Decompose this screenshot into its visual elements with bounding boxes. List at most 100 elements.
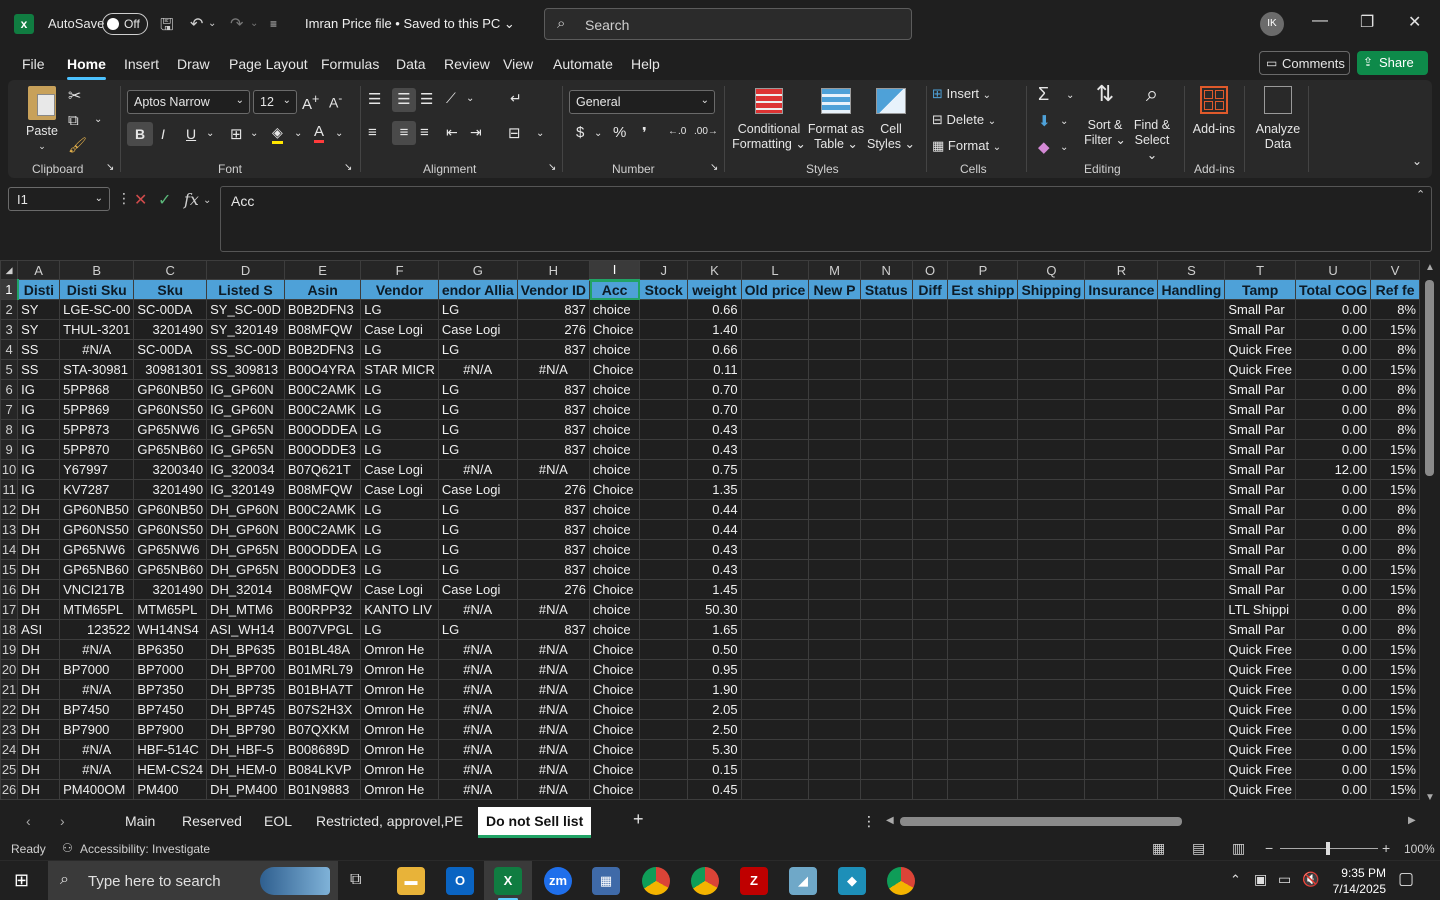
cell[interactable]: 0.00 <box>1294 599 1372 620</box>
cell[interactable]: 837 <box>516 499 591 520</box>
cell[interactable] <box>1084 719 1159 740</box>
tab-formulas[interactable]: Formulas <box>321 56 379 72</box>
cell[interactable]: DH_BP790 <box>206 719 285 740</box>
ribbon-options-icon[interactable]: ⌄ <box>1412 154 1422 168</box>
cell[interactable] <box>1157 599 1226 620</box>
cell[interactable]: Small Par <box>1224 399 1296 420</box>
cell[interactable]: 3200340 <box>133 459 208 480</box>
cell[interactable] <box>639 659 689 680</box>
cell[interactable] <box>1157 379 1226 400</box>
borders-dropdown-icon[interactable]: ⌄ <box>250 128 258 139</box>
cell[interactable]: SS_SC-00D <box>206 339 285 360</box>
column-header[interactable]: L <box>740 260 810 280</box>
cell[interactable] <box>740 599 810 620</box>
cell[interactable] <box>1017 379 1086 400</box>
cell[interactable]: 15% <box>1370 759 1420 780</box>
cell[interactable] <box>1084 439 1159 460</box>
cell[interactable] <box>947 699 1019 720</box>
cell[interactable] <box>1084 379 1159 400</box>
cell[interactable] <box>947 299 1019 320</box>
cell[interactable]: 1.90 <box>687 679 742 700</box>
cell[interactable] <box>859 379 913 400</box>
font-name-dropdown[interactable]: Aptos Narrow ⌄ <box>127 90 250 114</box>
cell[interactable] <box>639 459 689 480</box>
column-header[interactable]: B <box>59 260 135 280</box>
cell[interactable]: 0.00 <box>1294 319 1372 340</box>
clear-dropdown-icon[interactable]: ⌄ <box>1060 142 1068 153</box>
tray-app-icon[interactable]: ▣ <box>1254 871 1267 888</box>
cell[interactable]: #N/A <box>437 659 518 680</box>
cell[interactable]: 0.70 <box>687 379 742 400</box>
cell[interactable]: MTM65PL <box>59 599 135 620</box>
collapse-formula-bar-icon[interactable]: ⌃ <box>1416 188 1425 201</box>
cell[interactable] <box>911 299 949 320</box>
column-header[interactable]: Q <box>1017 260 1086 280</box>
cell[interactable] <box>859 779 913 800</box>
cell[interactable]: 15% <box>1370 559 1420 580</box>
cell[interactable] <box>639 499 689 520</box>
cell[interactable] <box>1084 319 1159 340</box>
column-header[interactable]: N <box>859 260 913 280</box>
cell[interactable] <box>1017 559 1086 580</box>
column-header[interactable]: U <box>1294 260 1372 280</box>
format-as-table-button[interactable]: Format as Table ⌄ <box>806 86 866 152</box>
cell[interactable] <box>808 459 861 480</box>
row-header[interactable]: 6 <box>0 379 19 400</box>
cell[interactable] <box>947 479 1019 500</box>
cell[interactable] <box>1157 759 1226 780</box>
cell[interactable]: Small Par <box>1224 379 1296 400</box>
row-header[interactable]: 16 <box>0 579 19 600</box>
share-button[interactable]: ⇪ Share <box>1357 51 1428 75</box>
cell[interactable] <box>740 559 810 580</box>
add-sheet-icon[interactable]: + <box>633 809 644 830</box>
cell[interactable]: #N/A <box>437 759 518 780</box>
cell[interactable] <box>808 319 861 340</box>
tab-home[interactable]: Home <box>67 56 106 80</box>
underline-icon[interactable]: U <box>186 126 196 142</box>
row-header[interactable]: 26 <box>0 779 19 800</box>
formula-input[interactable]: Acc <box>220 186 1432 252</box>
cell[interactable]: Omron He <box>360 759 439 780</box>
cell[interactable]: B00C2AMK <box>283 499 362 520</box>
cell[interactable]: 0.00 <box>1294 739 1372 760</box>
merge-dropdown-icon[interactable]: ⌄ <box>536 128 544 139</box>
accounting-dropdown-icon[interactable]: ⌄ <box>594 128 602 139</box>
cell[interactable] <box>808 559 861 580</box>
cell[interactable]: LG <box>360 539 439 560</box>
cell[interactable] <box>740 339 810 360</box>
cell[interactable] <box>911 479 949 500</box>
tab-options-icon[interactable]: ⋮ <box>862 813 876 830</box>
cell[interactable] <box>808 399 861 420</box>
row-header[interactable]: 5 <box>0 359 19 380</box>
cell[interactable]: LGE-SC-00 <box>59 299 135 320</box>
cell[interactable]: B07S2H3X <box>283 699 362 720</box>
cell[interactable]: BP6350 <box>133 639 208 660</box>
cell[interactable] <box>639 379 689 400</box>
cell[interactable] <box>1157 559 1226 580</box>
cell[interactable] <box>1084 419 1159 440</box>
copy-dropdown-icon[interactable]: ⌄ <box>94 114 102 125</box>
cell[interactable]: SY <box>17 299 61 320</box>
cell[interactable]: 8% <box>1370 299 1420 320</box>
cell[interactable]: GP60NS50 <box>133 399 208 420</box>
cell[interactable]: SY_320149 <box>206 319 285 340</box>
cell[interactable]: 15% <box>1370 439 1420 460</box>
cell[interactable] <box>1017 759 1086 780</box>
row-header[interactable]: 19 <box>0 639 19 660</box>
cell[interactable]: Y67997 <box>59 459 135 480</box>
cell[interactable] <box>1017 299 1086 320</box>
cell[interactable]: choice <box>589 539 641 560</box>
cell[interactable] <box>911 739 949 760</box>
cell[interactable] <box>1017 319 1086 340</box>
cell[interactable]: 0.00 <box>1294 439 1372 460</box>
cell[interactable]: #N/A <box>437 719 518 740</box>
cell[interactable]: SY <box>17 319 61 340</box>
cell[interactable]: DH_BP635 <box>206 639 285 660</box>
column-header[interactable]: H <box>516 260 591 280</box>
column-header[interactable]: P <box>947 260 1019 280</box>
cell[interactable]: BP7350 <box>133 679 208 700</box>
analyze-data-button[interactable]: Analyze Data <box>1252 86 1304 152</box>
cell[interactable]: DH_GP65N <box>206 559 285 580</box>
cell[interactable] <box>808 739 861 760</box>
insert-cells-button[interactable]: ⊞ Insert ⌄ <box>932 86 991 102</box>
